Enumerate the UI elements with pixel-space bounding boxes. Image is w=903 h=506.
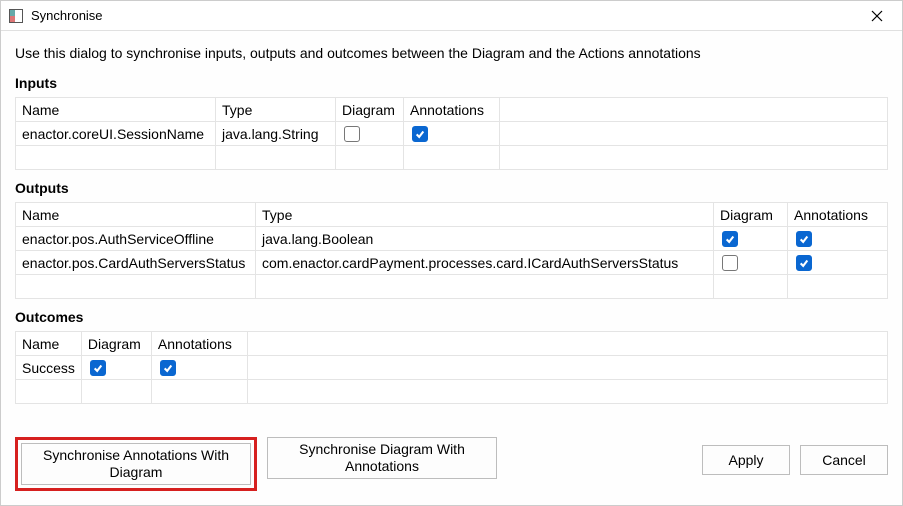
table-header-row: Name Type Diagram Annotations xyxy=(16,98,888,122)
dialog-footer: Synchronise Annotations With Diagram Syn… xyxy=(1,429,902,505)
table-row-empty xyxy=(16,146,888,170)
close-button[interactable] xyxy=(860,3,894,29)
col-diagram: Diagram xyxy=(714,203,788,227)
cell-name: enactor.pos.AuthServiceOffline xyxy=(16,227,256,251)
sync-diagram-button[interactable]: Synchronise Diagram With Annotations xyxy=(267,437,497,479)
col-name: Name xyxy=(16,203,256,227)
col-name: Name xyxy=(16,98,216,122)
table-row[interactable]: Success xyxy=(16,356,888,380)
dialog-content: Use this dialog to synchronise inputs, o… xyxy=(1,31,902,429)
col-type: Type xyxy=(216,98,336,122)
annotations-checkbox[interactable] xyxy=(412,126,428,142)
close-icon xyxy=(871,10,883,22)
table-header-row: Name Diagram Annotations xyxy=(16,332,888,356)
sync-annotations-button[interactable]: Synchronise Annotations With Diagram xyxy=(21,443,251,485)
annotations-checkbox[interactable] xyxy=(796,231,812,247)
col-diagram: Diagram xyxy=(81,332,151,356)
annotations-checkbox[interactable] xyxy=(796,255,812,271)
table-row-empty xyxy=(16,275,888,299)
col-filler xyxy=(500,98,888,122)
cancel-button[interactable]: Cancel xyxy=(800,445,888,475)
cell-type: java.lang.String xyxy=(216,122,336,146)
cell-name: enactor.coreUI.SessionName xyxy=(16,122,216,146)
table-row-empty xyxy=(16,380,888,404)
annotations-checkbox[interactable] xyxy=(160,360,176,376)
col-name: Name xyxy=(16,332,82,356)
table-header-row: Name Type Diagram Annotations xyxy=(16,203,888,227)
col-type: Type xyxy=(256,203,714,227)
col-diagram: Diagram xyxy=(336,98,404,122)
cell-type: java.lang.Boolean xyxy=(256,227,714,251)
table-row[interactable]: enactor.pos.AuthServiceOffline java.lang… xyxy=(16,227,888,251)
outputs-table: Name Type Diagram Annotations enactor.po… xyxy=(15,202,888,299)
diagram-checkbox[interactable] xyxy=(722,231,738,247)
cell-name: enactor.pos.CardAuthServersStatus xyxy=(16,251,256,275)
titlebar: Synchronise xyxy=(1,1,902,31)
apply-button[interactable]: Apply xyxy=(702,445,790,475)
col-annotations: Annotations xyxy=(151,332,247,356)
diagram-checkbox[interactable] xyxy=(90,360,106,376)
diagram-checkbox[interactable] xyxy=(722,255,738,271)
table-row[interactable]: enactor.pos.CardAuthServersStatus com.en… xyxy=(16,251,888,275)
col-annotations: Annotations xyxy=(404,98,500,122)
outputs-label: Outputs xyxy=(15,180,888,196)
col-annotations: Annotations xyxy=(788,203,888,227)
inputs-table: Name Type Diagram Annotations enactor.co… xyxy=(15,97,888,170)
col-filler xyxy=(247,332,887,356)
table-row[interactable]: enactor.coreUI.SessionName java.lang.Str… xyxy=(16,122,888,146)
window-title: Synchronise xyxy=(31,8,860,23)
app-icon xyxy=(9,9,23,23)
highlight-frame: Synchronise Annotations With Diagram xyxy=(15,437,257,491)
outcomes-table: Name Diagram Annotations Success xyxy=(15,331,888,404)
instructions-text: Use this dialog to synchronise inputs, o… xyxy=(15,45,888,61)
cell-name: Success xyxy=(16,356,82,380)
outcomes-label: Outcomes xyxy=(15,309,888,325)
diagram-checkbox[interactable] xyxy=(344,126,360,142)
inputs-label: Inputs xyxy=(15,75,888,91)
cell-type: com.enactor.cardPayment.processes.card.I… xyxy=(256,251,714,275)
